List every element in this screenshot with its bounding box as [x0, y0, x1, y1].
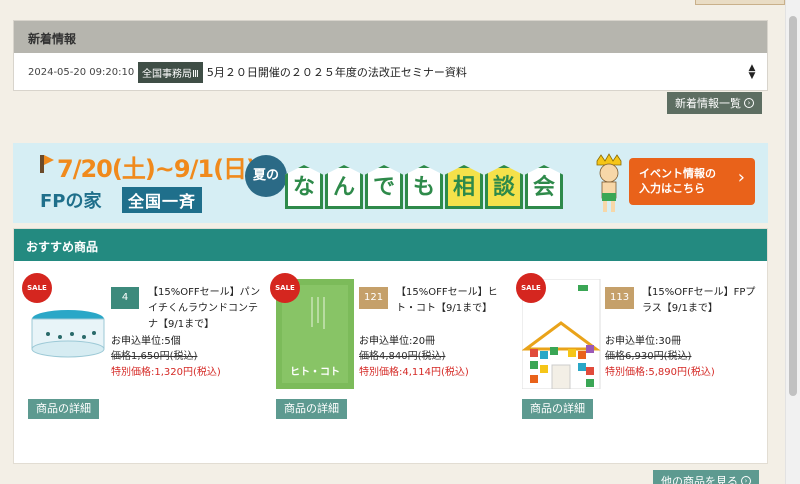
banner-summer-badge: 夏の — [245, 155, 287, 197]
product-card: SALE 113 【15%OFFセール】FPプラス【9/1まで】 お申込単位:3… — [516, 273, 762, 419]
product-original-price: 価格4,840円(税込) — [359, 351, 446, 362]
product-detail-button[interactable]: 商品の詳細 — [28, 399, 99, 419]
product-name-link[interactable]: 【15%OFFセール】ヒト・コト【9/1まで】 — [396, 285, 514, 317]
banner-title-char: 相 — [445, 165, 483, 209]
product-original-price: 価格6,930円(税込) — [605, 351, 692, 362]
page-scrollbar[interactable] — [785, 0, 800, 484]
product-number: 4 — [111, 287, 139, 309]
event-input-cta[interactable]: イベント情報の 入力はこちら › — [629, 158, 755, 205]
product-detail-button[interactable]: 商品の詳細 — [276, 399, 347, 419]
sale-badge: SALE — [22, 273, 52, 303]
product-number: 113 — [605, 287, 635, 309]
more-products-label: 他の商品を見る — [661, 475, 738, 484]
news-panel: 新着情報 2024-05-20 09:20:10 全国事務局Ⅲ 5月２０日開催の… — [13, 20, 768, 91]
news-item[interactable]: 2024-05-20 09:20:10 全国事務局Ⅲ 5月２０日開催の２０２５年… — [14, 53, 767, 91]
news-list-button[interactable]: 新着情報一覧 › — [667, 92, 762, 114]
product-original-price: 価格1,650円(税込) — [111, 351, 198, 362]
product-special-price: 特別価格:5,890円(税込) — [605, 367, 715, 378]
chevron-right-icon: › — [737, 167, 745, 188]
mascot-icon — [596, 153, 622, 212]
flag-icon — [44, 155, 54, 165]
product-name-link[interactable]: 【15%OFFセール】FPプラス【9/1まで】 — [642, 285, 760, 317]
news-heading: 新着情報 — [14, 21, 767, 53]
product-unit: お申込単位:5個 — [111, 336, 181, 347]
sale-badge: SALE — [516, 273, 546, 303]
product-card: SALE ヒト・コト 121 【15%OFFセール】ヒト・コト【9/1まで】 お… — [270, 273, 516, 419]
product-card: SALE 4 【15%OFFセール】パンイチくんラウンドコンテナ【9/1まで】 … — [22, 273, 268, 419]
banner-title-char: で — [365, 165, 403, 209]
circle-arrow-icon: › — [744, 98, 754, 108]
event-banner[interactable]: 7/20(土)~9/1(日) FPの家 全国一斉 夏の な ん で も 相 談 … — [13, 143, 768, 223]
product-special-price: 特別価格:1,320円(税込) — [111, 367, 221, 378]
banner-title: な ん で も 相 談 会 — [285, 157, 565, 209]
sale-badge: SALE — [270, 273, 300, 303]
banner-nationwide: 全国一斉 — [122, 187, 203, 213]
more-products-button[interactable]: 他の商品を見る › — [653, 470, 759, 484]
banner-brand: FPの家 — [40, 191, 102, 212]
banner-title-char: 会 — [525, 165, 563, 209]
book-cover-title: ヒト・コト — [290, 367, 340, 378]
banner-title-char: ん — [325, 165, 363, 209]
banner-title-char: 談 — [485, 165, 523, 209]
cta-line2: 入力はこちら — [639, 182, 705, 195]
news-title-link[interactable]: 5月２０日開催の２０２５年度の法改正セミナー資料 — [207, 64, 745, 80]
circle-arrow-icon: › — [741, 476, 751, 484]
recommended-panel: おすすめ商品 SALE 4 【15%OFFセール】パンイチくんラウンドコンテナ【… — [13, 228, 768, 464]
news-date: 2024-05-20 09:20:10 — [28, 66, 135, 78]
top-tab[interactable] — [695, 0, 785, 5]
product-detail-button[interactable]: 商品の詳細 — [522, 399, 593, 419]
product-unit: お申込単位:30冊 — [605, 336, 682, 347]
product-special-price: 特別価格:4,114円(税込) — [359, 367, 469, 378]
news-spinner-icon[interactable]: ▲ ▼ — [745, 64, 759, 81]
product-number: 121 — [359, 287, 389, 309]
scrollbar-thumb[interactable] — [789, 16, 797, 396]
banner-date: 7/20(土)~9/1(日) — [57, 155, 257, 183]
top-strip — [0, 0, 785, 8]
product-unit: お申込単位:20冊 — [359, 336, 436, 347]
recommended-heading: おすすめ商品 — [14, 229, 767, 261]
cta-line1: イベント情報の — [639, 167, 716, 180]
banner-title-char: も — [405, 165, 443, 209]
product-name-link[interactable]: 【15%OFFセール】パンイチくんラウンドコンテナ【9/1まで】 — [148, 285, 266, 333]
news-tag: 全国事務局Ⅲ — [138, 61, 203, 83]
news-list-button-label: 新着情報一覧 — [675, 97, 741, 110]
banner-title-char: な — [285, 165, 323, 209]
